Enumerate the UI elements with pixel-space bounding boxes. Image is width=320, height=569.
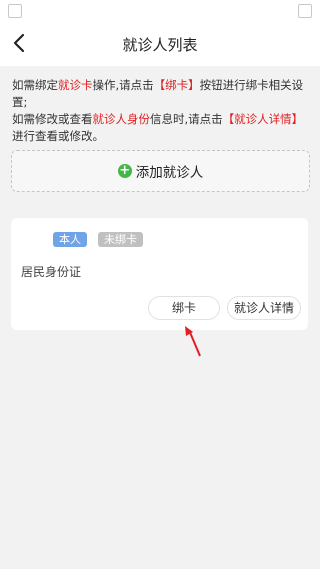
self-badge: 本人 — [53, 232, 87, 247]
page-title: 就诊人列表 — [122, 36, 198, 54]
notice-highlight: 【就诊人详情】 — [222, 112, 304, 126]
notice-text: 如需修改或查看 — [12, 112, 93, 126]
add-patient-label: 添加就诊人 — [135, 165, 204, 181]
id-type-label: 居民身份证 — [21, 265, 82, 279]
notice-highlight: 【绑卡】 — [153, 78, 200, 92]
top-bar: 就诊人列表 — [0, 22, 320, 66]
notice-text: 操作,请点击 — [92, 78, 154, 92]
notice-highlight: 就诊人身份 — [92, 112, 151, 126]
unbound-badge: 未绑卡 — [98, 232, 143, 247]
annotation-arrow-icon — [185, 326, 201, 357]
bind-card-button[interactable]: 绑卡 — [148, 296, 220, 320]
notice-text: 如需绑定 — [12, 78, 58, 92]
patient-card: 本人 未绑卡 居民身份证 绑卡 就诊人详情 — [11, 218, 308, 330]
instruction-text: 如需绑定就诊卡操作,请点击【绑卡】按钮进行绑卡相关设置; 如需修改或查看就诊人身… — [12, 77, 312, 145]
notice-text: 进行查看或修改。 — [12, 129, 104, 143]
notice-highlight: 就诊卡 — [58, 78, 93, 92]
add-patient-button[interactable]: + 添加就诊人 — [11, 150, 310, 192]
status-icon — [298, 4, 312, 18]
notice-text: 信息时,请点击 — [150, 112, 223, 126]
plus-circle-icon: + — [117, 163, 132, 178]
patient-detail-button[interactable]: 就诊人详情 — [227, 296, 301, 320]
status-bar — [0, 0, 320, 22]
status-icon — [8, 4, 22, 18]
